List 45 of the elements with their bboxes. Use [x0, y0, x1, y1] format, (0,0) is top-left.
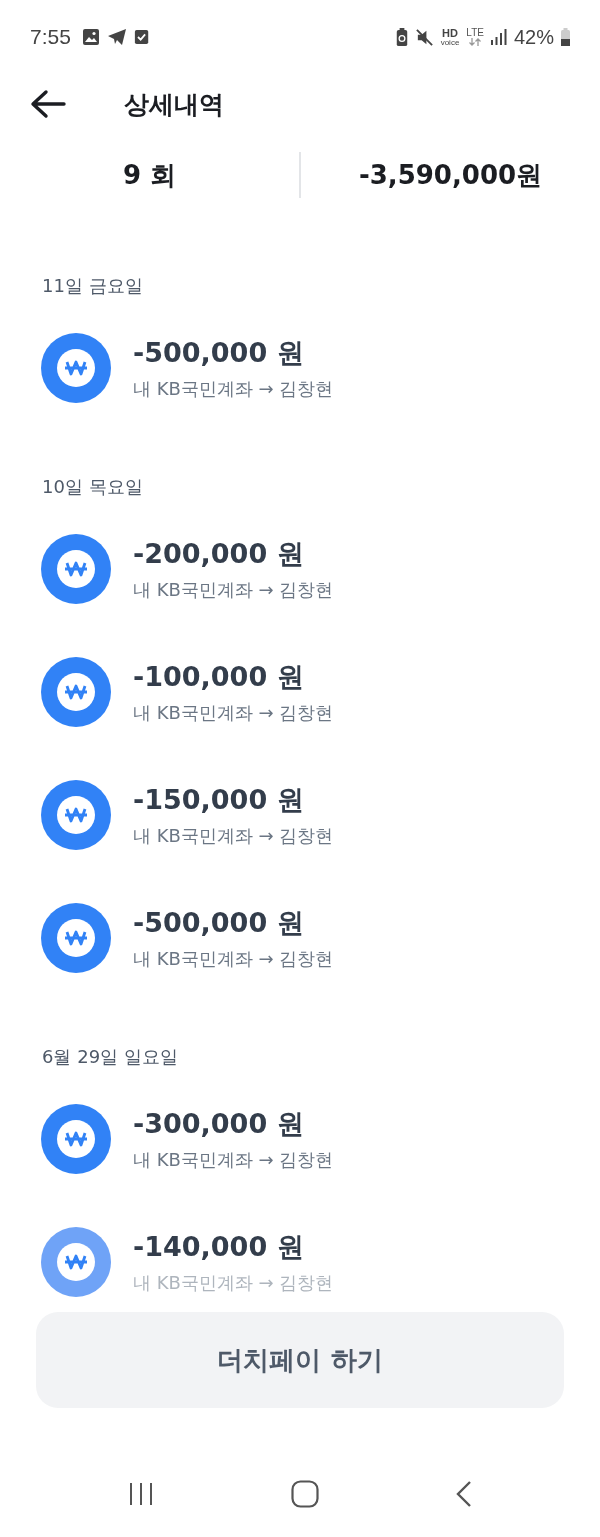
won-icon [41, 656, 111, 727]
transfer-route: 내 KB국민계좌 → 김창현 [133, 946, 334, 971]
mute-icon [414, 27, 434, 47]
date-header: 10일 목요일 [42, 475, 143, 499]
transfer-amount: -100,000 원 [133, 659, 305, 694]
battery-percent: 42% [513, 25, 554, 49]
transfer-route: 내 KB국민계좌 → 김창현 [133, 823, 334, 848]
transfer-route: 내 KB국민계좌 → 김창현 [133, 577, 334, 602]
transfer-amount: -300,000 원 [133, 1106, 305, 1141]
won-icon [41, 902, 111, 973]
transfer-amount: -150,000 원 [133, 782, 305, 817]
transfer-count: 9 회 [122, 158, 177, 192]
transfer-amount: -500,000 원 [133, 905, 305, 940]
transfer-route: 내 KB국민계좌 → 김창현 [133, 1270, 334, 1295]
total-amount: -3,590,000원 [358, 158, 543, 192]
date-header: 6월 29일 일요일 [42, 1045, 178, 1069]
won-icon [41, 1103, 111, 1174]
transfer-amount: -140,000 원 [133, 1229, 305, 1264]
transfer-amount: -500,000 원 [133, 335, 305, 370]
status-time: 7:55 [30, 25, 71, 49]
transfer-amount: -200,000 원 [133, 536, 305, 571]
won-icon [41, 533, 111, 604]
back-icon[interactable] [455, 1480, 472, 1508]
transfer-route: 내 KB국민계좌 → 김창현 [133, 376, 334, 401]
hd-label: HD [442, 27, 458, 39]
home-icon[interactable] [291, 1480, 319, 1508]
battery-icon [561, 28, 570, 46]
data-arrows-icon [468, 38, 483, 46]
date-header: 11일 금요일 [42, 274, 143, 298]
back-button[interactable] [30, 88, 68, 120]
dutch-pay-button[interactable]: 더치페이 하기 [36, 1312, 564, 1408]
gallery-icon [81, 28, 100, 46]
paper-plane-icon [106, 28, 127, 46]
transfer-route: 내 KB국민계좌 → 김창현 [133, 700, 334, 725]
signal-icon [490, 29, 507, 45]
won-icon [41, 779, 111, 850]
won-icon [41, 1226, 111, 1297]
voice-label: voice [440, 38, 460, 47]
battery-saver-icon [395, 27, 408, 47]
checkbox-icon [133, 28, 150, 46]
transfer-route: 내 KB국민계좌 → 김창현 [133, 1147, 334, 1172]
page-title: 상세내역 [124, 88, 224, 121]
lte-label: LTE [466, 28, 484, 38]
recent-apps-icon[interactable] [128, 1482, 155, 1506]
won-icon [41, 332, 111, 403]
